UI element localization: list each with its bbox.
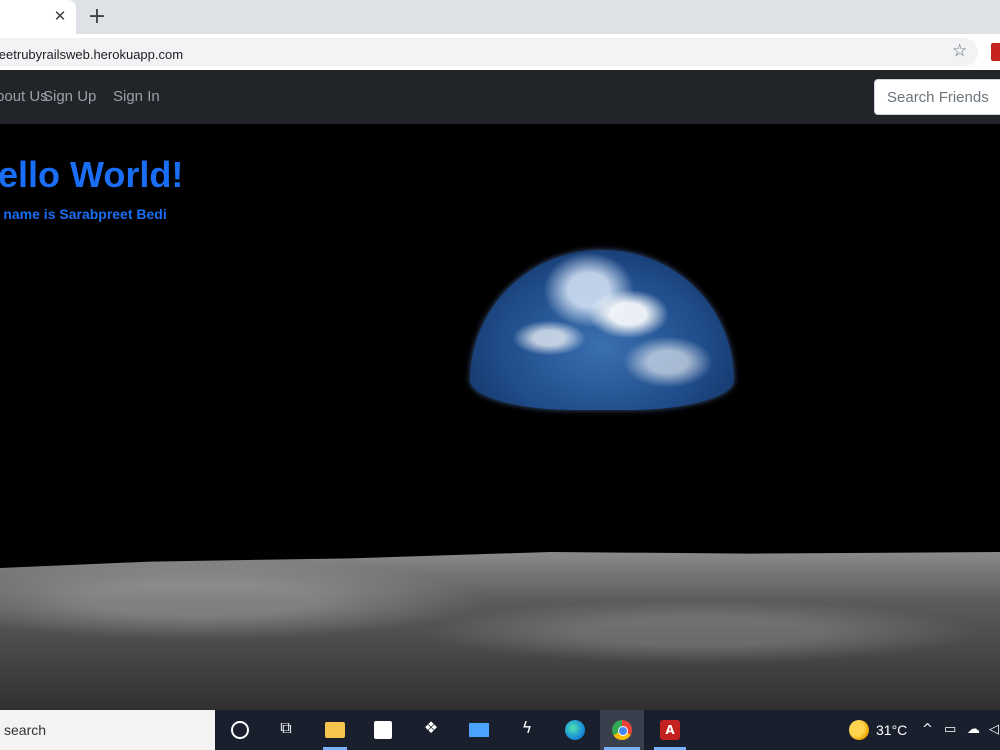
taskbar-search-text: search xyxy=(4,722,47,738)
hero-section: Hello World! My name is Sarabpreet Bedi xyxy=(0,124,1000,710)
battery-icon[interactable]: ▭ xyxy=(944,722,956,737)
temperature-text[interactable]: 31°C xyxy=(876,722,907,738)
taskbar: search ⧉ ❖ ϟ A 31°C ^ ▭ ☁ ◁ xyxy=(0,710,1000,750)
close-tab-icon[interactable]: ✕ xyxy=(52,8,68,24)
edge-icon[interactable] xyxy=(563,718,587,742)
browser-toolbar: bpreetrubyrailsweb.herokuapp.com ☆ xyxy=(0,34,1000,71)
acrobat-icon[interactable]: A xyxy=(658,718,682,742)
dropbox-icon[interactable]: ❖ xyxy=(419,718,443,742)
tab-strip: ✕ + xyxy=(0,0,1000,34)
mail-icon[interactable] xyxy=(467,718,491,742)
acrobat-extension-icon[interactable] xyxy=(991,43,1000,61)
hero-subtitle: My name is Sarabpreet Bedi xyxy=(0,206,167,222)
chrome-icon[interactable] xyxy=(610,718,634,742)
task-view-icon[interactable]: ⧉ xyxy=(274,718,298,742)
moon-surface-image xyxy=(0,552,1000,710)
bolt-icon[interactable]: ϟ xyxy=(515,718,539,742)
taskbar-search-box[interactable]: search xyxy=(0,710,215,750)
volume-icon[interactable]: ◁ xyxy=(989,722,999,737)
bookmark-star-icon[interactable]: ☆ xyxy=(952,41,967,61)
store-icon[interactable] xyxy=(371,718,395,742)
address-bar[interactable]: bpreetrubyrailsweb.herokuapp.com xyxy=(0,38,978,66)
new-tab-button[interactable]: + xyxy=(86,6,108,28)
site-navbar: About Us Sign Up Sign In xyxy=(0,70,1000,124)
search-friends-input[interactable] xyxy=(874,79,1000,115)
show-hidden-icons-icon[interactable]: ^ xyxy=(922,722,933,737)
onedrive-icon[interactable]: ☁ xyxy=(967,722,980,737)
pdf-glyph: A xyxy=(660,720,680,740)
earth-image xyxy=(470,250,734,410)
nav-about-us[interactable]: About Us xyxy=(0,88,48,105)
browser-tab[interactable]: ✕ xyxy=(0,0,76,34)
hero-title: Hello World! xyxy=(0,154,184,195)
nav-sign-in[interactable]: Sign In xyxy=(113,88,160,105)
url-text: bpreetrubyrailsweb.herokuapp.com xyxy=(0,47,184,62)
weather-icon[interactable] xyxy=(849,720,869,740)
cortana-icon[interactable] xyxy=(228,718,252,742)
file-explorer-icon[interactable] xyxy=(323,718,347,742)
nav-sign-up[interactable]: Sign Up xyxy=(43,88,96,105)
